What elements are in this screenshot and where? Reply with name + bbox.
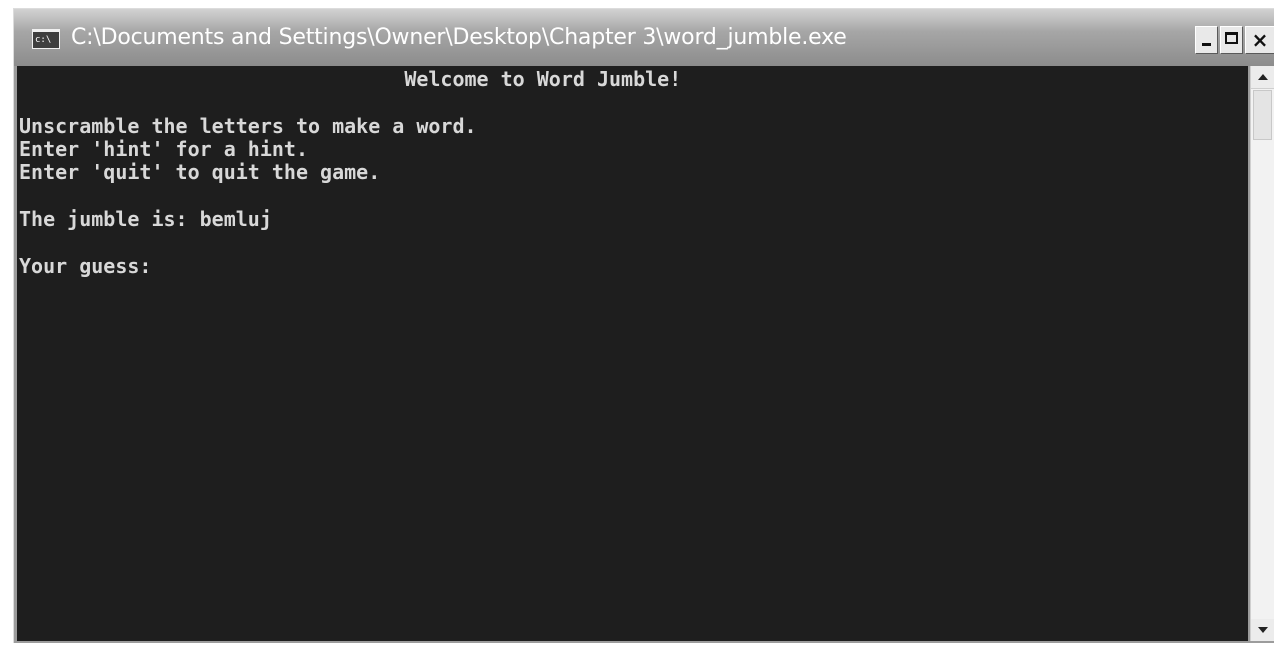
maximize-icon [1225,32,1238,44]
command-prompt-icon[interactable]: c:\ [32,29,60,49]
minimize-button[interactable] [1195,26,1218,54]
vertical-scrollbar[interactable] [1250,66,1274,641]
window-title: C:\Documents and Settings\Owner\Desktop\… [71,25,847,50]
instruction-line-3: Enter 'quit' to quit the game. [19,160,381,184]
title-bar[interactable]: c:\ C:\Documents and Settings\Owner\Desk… [14,9,1274,66]
scroll-up-button[interactable] [1251,66,1274,89]
instruction-line-1: Unscramble the letters to make a word. [19,114,477,138]
instruction-line-2: Enter 'hint' for a hint. [19,137,308,161]
close-button[interactable]: × [1245,26,1274,54]
console-output[interactable]: Welcome to Word Jumble! Unscramble the l… [17,66,1248,641]
scroll-down-button[interactable] [1251,619,1274,641]
scroll-down-arrow-icon [1258,627,1268,633]
console-window: c:\ C:\Documents and Settings\Owner\Desk… [13,8,1274,643]
scroll-up-arrow-icon [1258,74,1268,80]
maximize-button[interactable] [1220,26,1243,54]
jumble-line: The jumble is: bemluj [19,207,272,231]
guess-prompt[interactable]: Your guess: [19,254,151,278]
welcome-line: Welcome to Word Jumble! [19,67,682,91]
minimize-icon [1202,43,1211,46]
scroll-thumb[interactable] [1253,90,1272,140]
close-icon: × [1251,28,1269,52]
